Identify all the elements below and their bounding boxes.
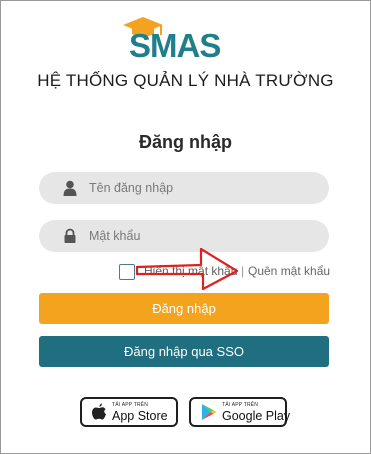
app-store-subtitle: TẢI APP TRÊN — [112, 402, 149, 408]
login-heading: Đăng nhập — [139, 132, 232, 152]
svg-text:SMAS: SMAS — [129, 27, 220, 61]
google-play-icon — [201, 403, 217, 421]
forgot-password-link[interactable]: Quên mật khẩu — [248, 264, 330, 278]
lock-icon — [63, 228, 77, 244]
login-button[interactable]: Đăng nhập — [39, 293, 329, 324]
red-arrow-annotation — [133, 241, 243, 293]
user-icon — [63, 180, 77, 196]
google-play-badge[interactable]: TẢI APP TRÊN Google Play — [189, 397, 291, 427]
system-title: HỆ THỐNG QUẢN LÝ NHÀ TRƯỜNG — [37, 71, 334, 90]
apple-icon — [91, 403, 107, 421]
app-store-title: App Store — [112, 409, 168, 423]
google-play-title: Google Play — [222, 409, 291, 423]
google-play-subtitle: TẢI APP TRÊN — [222, 402, 259, 408]
smas-logo: SMAS — [121, 15, 246, 61]
username-input[interactable]: Tên đăng nhập — [39, 172, 329, 204]
app-store-badge[interactable]: TẢI APP TRÊN App Store — [80, 397, 178, 427]
username-placeholder: Tên đăng nhập — [89, 181, 174, 195]
sso-login-button[interactable]: Đăng nhập qua SSO — [39, 336, 329, 367]
